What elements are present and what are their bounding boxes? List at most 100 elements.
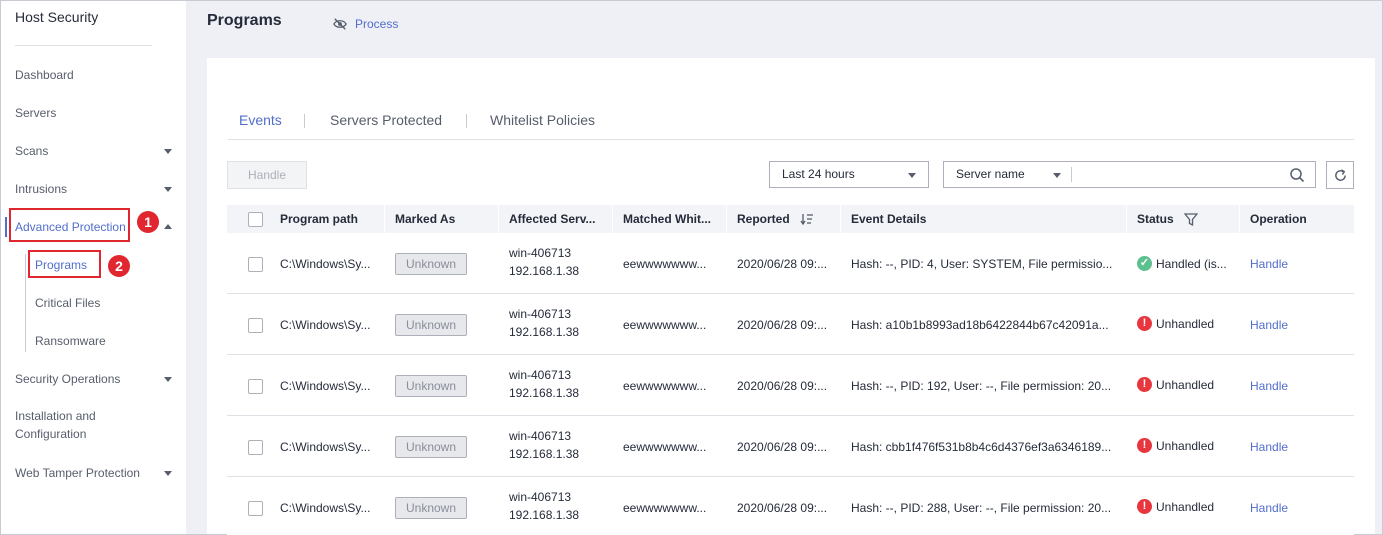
eye-slash-icon: [333, 18, 347, 30]
program-path-cell: C:\Windows\Sy...: [280, 440, 371, 454]
program-path-cell: C:\Windows\Sy...: [280, 257, 371, 271]
chevron-down-icon[interactable]: [164, 149, 172, 154]
affected-server-name: win-406713: [509, 307, 572, 321]
affected-server-name: win-406713: [509, 490, 572, 504]
chevron-down-icon[interactable]: [164, 187, 172, 192]
status-badge: ✓ Handled (is...: [1137, 256, 1227, 271]
table-header: Program path Marked As Affected Serv... …: [227, 205, 1354, 233]
col-affected-server: Affected Serv...: [509, 212, 596, 226]
table-row[interactable]: C:\Windows\Sy... Unknown win-406713 192.168…: [227, 355, 1354, 416]
process-link[interactable]: Process: [333, 17, 398, 31]
marked-as-tag: Unknown: [395, 497, 467, 519]
sidebar-item-installation-config[interactable]: Installation and Configuration: [15, 407, 96, 447]
row-checkbox[interactable]: [248, 501, 263, 516]
alert-circle-icon: !: [1137, 316, 1152, 331]
refresh-button[interactable]: [1326, 161, 1354, 189]
program-path-cell: C:\Windows\Sy...: [280, 318, 371, 332]
affected-server-ip: 192.168.1.38: [509, 386, 580, 400]
status-label: Unhandled: [1156, 499, 1215, 514]
search-field-select[interactable]: Server name: [943, 161, 1073, 188]
handle-link[interactable]: Handle: [1250, 379, 1310, 393]
tab-whitelist-policies[interactable]: Whitelist Policies: [490, 108, 595, 132]
event-details-cell: Hash: --, PID: 4, User: SYSTEM, File per…: [851, 257, 1113, 271]
search-icon[interactable]: [1289, 167, 1305, 183]
submenu-guide-line: [25, 254, 26, 352]
sidebar-subitem-ransomware[interactable]: Ransomware: [35, 331, 106, 351]
sidebar-item-scans[interactable]: Scans: [15, 141, 48, 161]
sidebar-item-web-tamper-protection[interactable]: Web Tamper Protection: [15, 463, 140, 483]
sidebar-item-label: Installation and: [15, 409, 96, 423]
check-circle-icon: ✓: [1137, 256, 1152, 271]
tab-events[interactable]: Events: [239, 108, 282, 132]
chevron-down-icon[interactable]: [164, 377, 172, 382]
event-details-cell: Hash: --, PID: 288, User: --, File permi…: [851, 501, 1112, 515]
alert-circle-icon: !: [1137, 377, 1152, 392]
tab-separator: [466, 114, 467, 128]
row-checkbox[interactable]: [248, 379, 263, 394]
highlight-box-programs: [28, 250, 101, 278]
refresh-icon: [1335, 169, 1346, 181]
col-reported[interactable]: Reported: [737, 205, 797, 233]
matched-whitelist-cell: eewwwwwww...: [623, 440, 707, 454]
row-checkbox[interactable]: [248, 257, 263, 272]
tab-separator: [304, 114, 305, 128]
status-label: Handled (is...: [1156, 256, 1227, 271]
matched-whitelist-cell: eewwwwwww...: [623, 501, 707, 515]
column-separator: [384, 205, 385, 233]
sidebar-item-security-operations[interactable]: Security Operations: [15, 369, 120, 389]
program-path-cell: C:\Windows\Sy...: [280, 379, 371, 393]
column-separator: [840, 205, 841, 233]
sidebar-item-intrusions[interactable]: Intrusions: [15, 179, 67, 199]
sidebar-item-dashboard[interactable]: Dashboard: [15, 65, 74, 85]
status-label: Unhandled: [1156, 438, 1215, 453]
row-checkbox[interactable]: [248, 318, 263, 333]
row-checkbox[interactable]: [248, 440, 263, 455]
table-row[interactable]: C:\Windows\Sy... Unknown win-406713 192.168…: [227, 416, 1354, 477]
matched-whitelist-cell: eewwwwwww...: [623, 318, 707, 332]
reported-time-cell: 2020/06/28 09:...: [737, 440, 828, 454]
marked-as-tag: Unknown: [395, 314, 467, 336]
process-link-label: Process: [355, 17, 399, 31]
sidebar-subitem-critical-files[interactable]: Critical Files: [35, 293, 100, 313]
handle-link[interactable]: Handle: [1250, 318, 1310, 332]
col-operation: Operation: [1250, 212, 1307, 226]
sort-icon[interactable]: [800, 213, 814, 225]
tab-underline: [228, 139, 1354, 140]
reported-time-cell: 2020/06/28 09:...: [737, 379, 828, 393]
highlight-box-advanced-protection: [9, 208, 130, 242]
sidebar-divider: [15, 45, 152, 46]
filter-icon[interactable]: [1184, 213, 1198, 226]
marked-as-tag: Unknown: [395, 375, 467, 397]
search-field-value: Server name: [956, 167, 1025, 181]
page-title: Programs: [207, 12, 282, 29]
status-badge: ! Unhandled: [1137, 377, 1214, 392]
select-all-checkbox[interactable]: [248, 212, 263, 227]
chevron-up-icon[interactable]: [164, 224, 172, 229]
sidebar-item-servers[interactable]: Servers: [15, 103, 56, 123]
chevron-down-icon[interactable]: [164, 471, 172, 476]
sidebar-title: Host Security: [15, 9, 99, 25]
reported-time-cell: 2020/06/28 09:...: [737, 318, 828, 332]
table-row[interactable]: C:\Windows\Sy... Unknown win-406713 192.168…: [227, 477, 1354, 535]
time-filter-value: Last 24 hours: [782, 167, 855, 181]
table-row[interactable]: C:\Windows\Sy... Unknown win-406713 192.168…: [227, 294, 1354, 355]
chevron-down-icon: [908, 173, 916, 178]
handle-link[interactable]: Handle: [1250, 257, 1310, 271]
matched-whitelist-cell: eewwwwwww...: [623, 257, 707, 271]
col-status: Status: [1137, 212, 1174, 226]
time-filter-select[interactable]: Last 24 hours: [769, 161, 929, 188]
reported-time-cell: 2020/06/28 09:...: [737, 257, 828, 271]
handle-link[interactable]: Handle: [1250, 440, 1310, 454]
handle-link[interactable]: Handle: [1250, 501, 1310, 515]
tab-servers-protected[interactable]: Servers Protected: [330, 108, 442, 132]
affected-server-ip: 192.168.1.38: [509, 447, 580, 461]
reported-time-cell: 2020/06/28 09:...: [737, 501, 828, 515]
affected-server-ip: 192.168.1.38: [509, 508, 580, 522]
search-input[interactable]: [1072, 161, 1316, 188]
handle-button[interactable]: Handle: [227, 161, 307, 189]
table-row[interactable]: C:\Windows\Sy... Unknown win-406713 192.168…: [227, 233, 1354, 294]
affected-server-ip: 192.168.1.38: [509, 325, 580, 339]
event-details-cell: Hash: cbb1f476f531b8b4c6d4376ef3a6346189…: [851, 440, 1112, 454]
step-badge-2: 2: [108, 255, 130, 277]
event-details-cell: Hash: --, PID: 192, User: --, File permi…: [851, 379, 1112, 393]
